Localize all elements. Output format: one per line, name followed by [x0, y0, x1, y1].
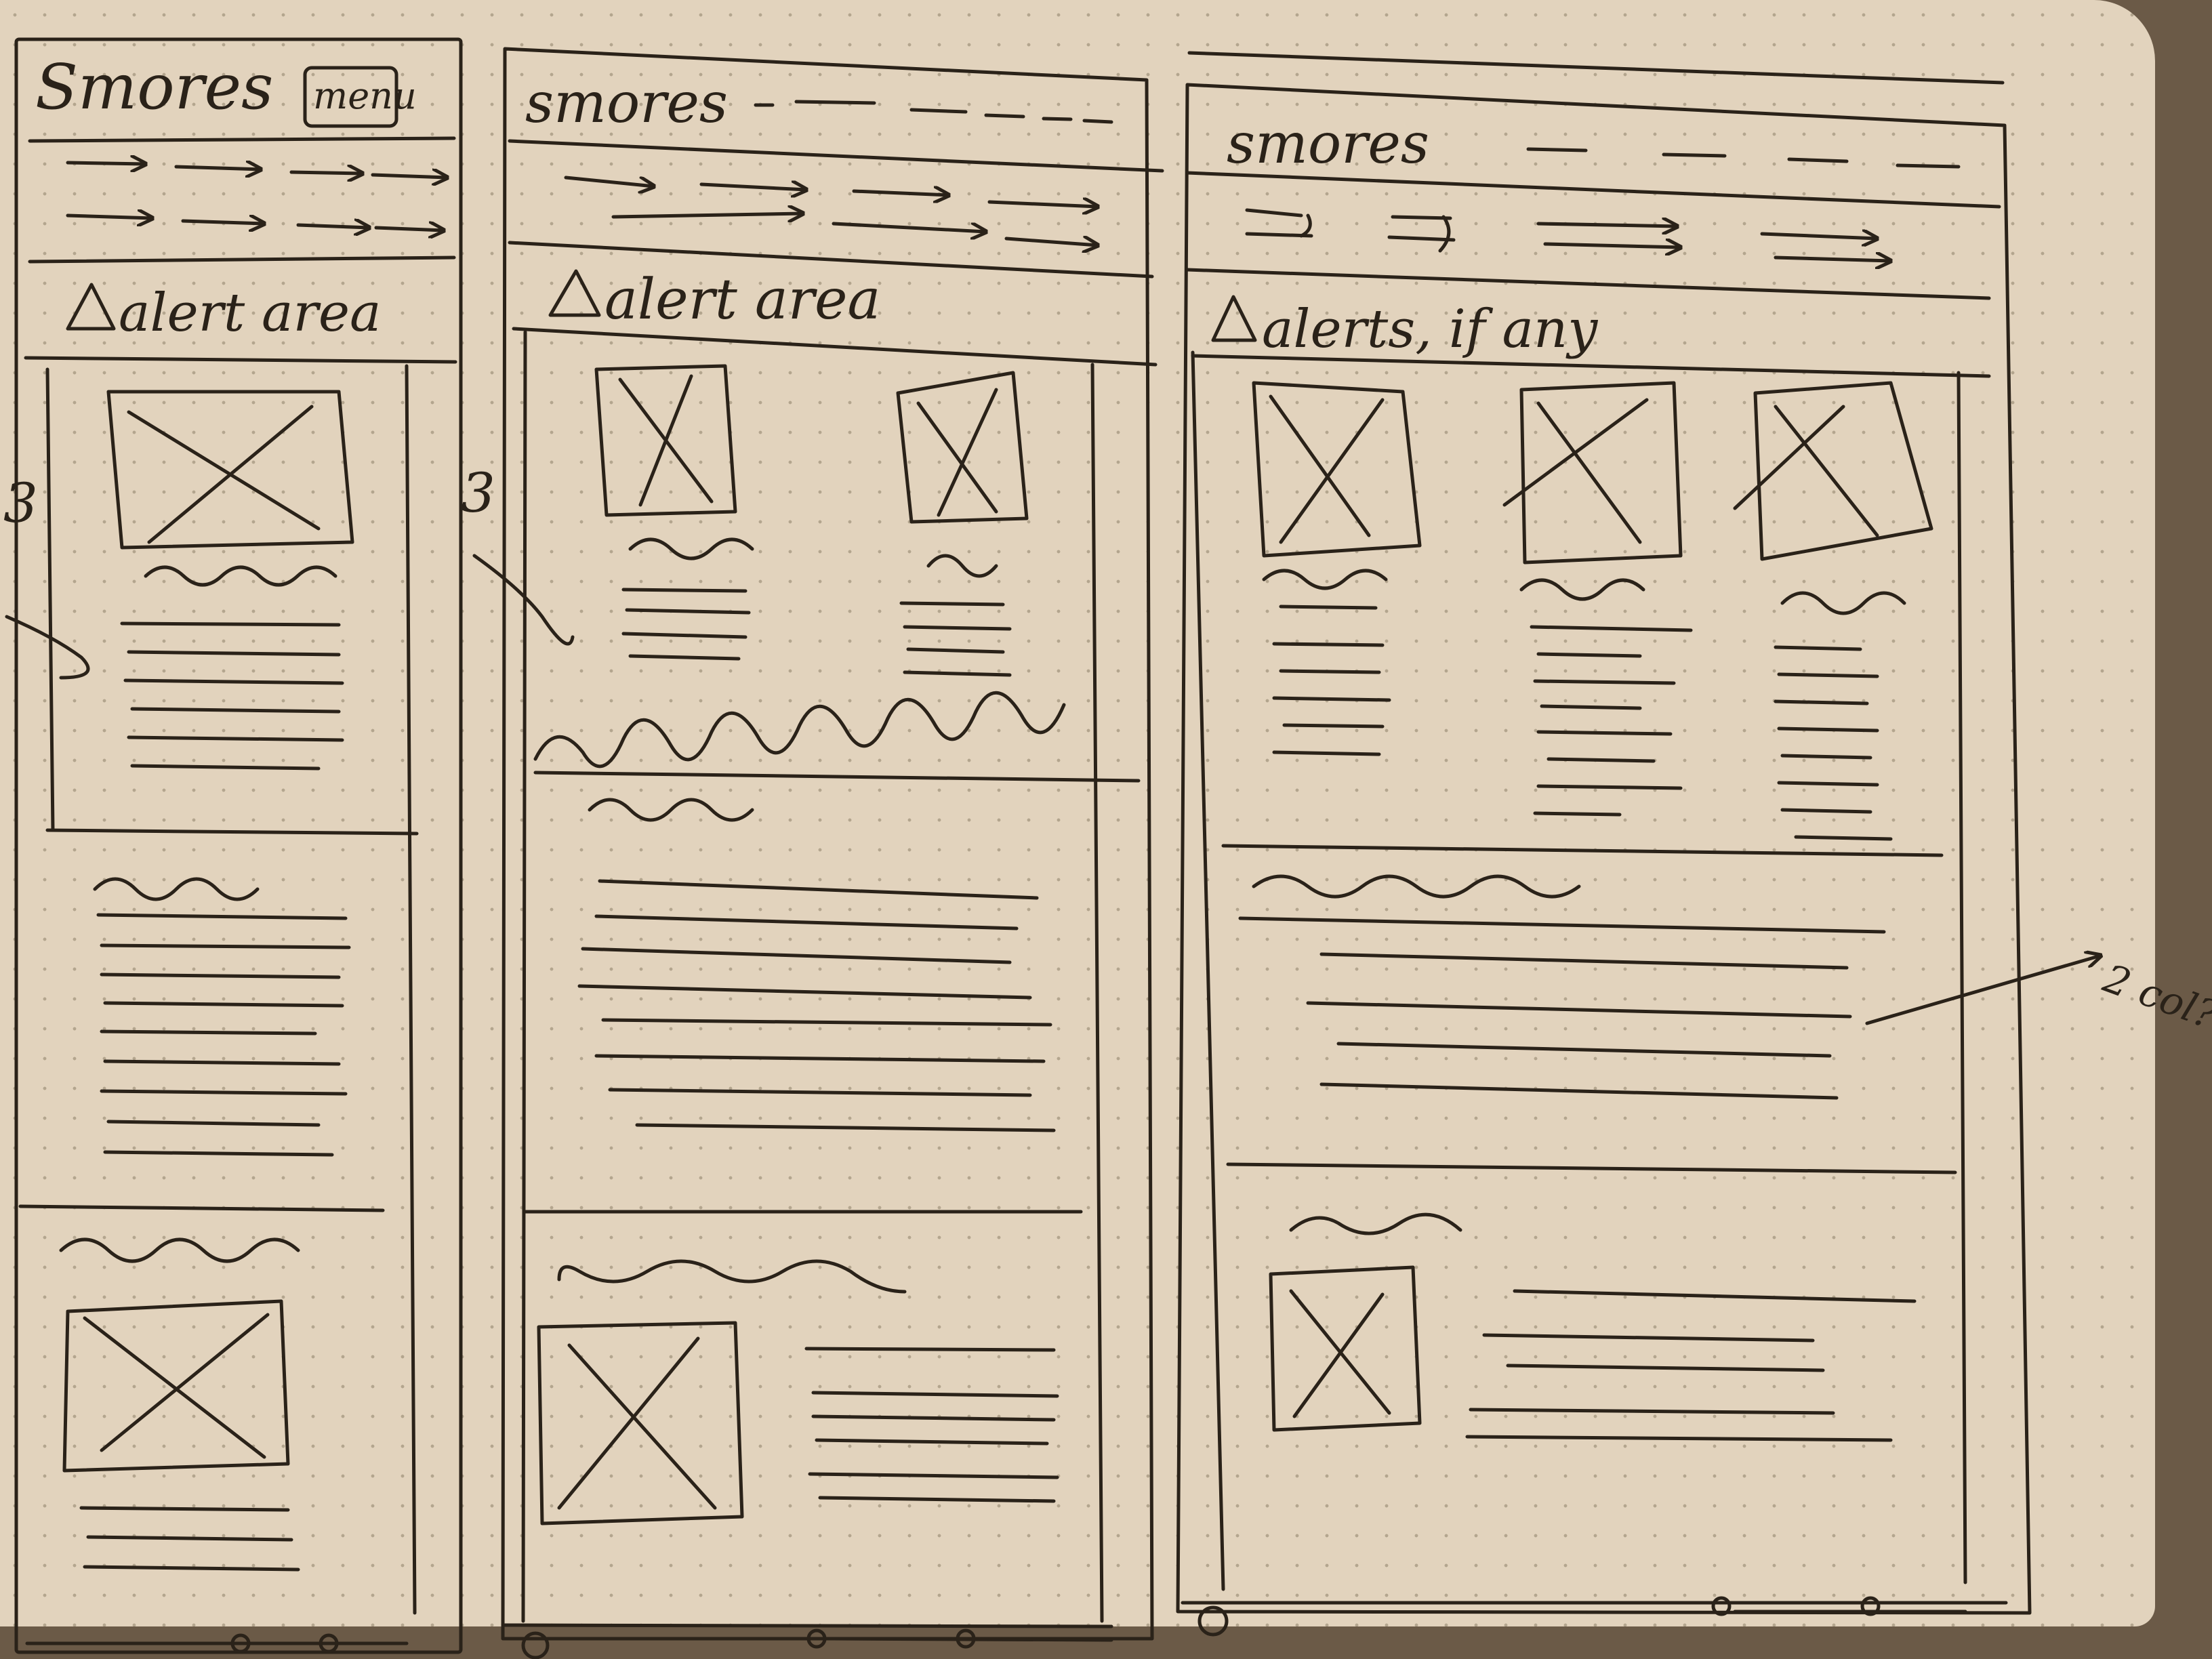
- image-placeholder-icon: [1252, 381, 1422, 558]
- desktop-header-title: smores: [1227, 112, 1429, 176]
- tablet-card-2: [896, 371, 1029, 677]
- tablet-margin-note-text: 3: [461, 462, 495, 525]
- mobile-mockup: Smores menu alert area 3: [3, 37, 463, 1654]
- mobile-alert-area: alert area: [66, 283, 382, 344]
- image-placeholder-icon: [1502, 381, 1683, 565]
- mobile-card-3-heading: [59, 1237, 300, 1263]
- tablet-header-title: smores: [525, 71, 728, 136]
- tablet-feature-section: [537, 1259, 1059, 1525]
- mobile-alert-text: alert area: [119, 283, 382, 344]
- desktop-inner-rail-right: [1957, 371, 1967, 1584]
- warning-triangle-icon: [548, 269, 601, 317]
- desktop-alert-text: alerts, if any: [1262, 299, 1598, 360]
- desktop-nav-dashes: [1526, 147, 1961, 169]
- mobile-menu-label: menu: [313, 75, 417, 117]
- warning-triangle-icon: [1211, 295, 1257, 342]
- wireframe-sketch: Smores menu alert area 3 smores alert ar…: [3, 37, 2212, 1659]
- image-placeholder-icon: [62, 1299, 290, 1473]
- desktop-text-section-heading: [1252, 874, 1581, 899]
- desktop-feature-section: [1269, 1212, 1917, 1442]
- image-placeholder-icon: [594, 364, 737, 517]
- tablet-text-section: [577, 798, 1056, 1132]
- desktop-card-1: [1252, 381, 1422, 756]
- mobile-frame: [14, 37, 463, 1654]
- desktop-text-section: [1238, 874, 1886, 1100]
- image-placeholder-icon: [1733, 381, 1933, 561]
- desktop-card-2-heading: [1519, 578, 1645, 601]
- mobile-card-2: [93, 877, 351, 1157]
- tablet-nav-dashes: [754, 100, 1113, 124]
- desktop-margin-note-text: 2 col? max width center: [2097, 955, 2212, 1163]
- desktop-inner-rail-left: [1191, 350, 1225, 1591]
- tablet-alert-area: alert area: [548, 268, 880, 332]
- mobile-nav-arrows[interactable]: [66, 163, 447, 230]
- tablet-alert-text: alert area: [605, 268, 880, 332]
- tablet-bottom-bar[interactable]: [501, 1623, 1113, 1659]
- desktop-bottom-bar[interactable]: [1181, 1596, 2008, 1637]
- tablet-inner-rail-right: [1090, 363, 1104, 1623]
- tablet-margin-note: 3: [461, 462, 575, 646]
- tablet-card-1-heading: [628, 537, 754, 560]
- desktop-card-3: [1733, 381, 1933, 841]
- desktop-card-3-heading: [1780, 591, 1906, 615]
- tablet-card-2-heading: [926, 554, 998, 578]
- image-placeholder-icon: [1269, 1265, 1422, 1432]
- desktop-mockup: smores alerts, if any 2 col?: [1176, 51, 2212, 1637]
- image-placeholder-icon: [896, 371, 1029, 524]
- mobile-bottom-bar[interactable]: [25, 1633, 409, 1654]
- warning-triangle-icon: [66, 283, 116, 331]
- tablet-feature-section-heading: [557, 1259, 907, 1294]
- desktop-feature-section-heading: [1289, 1212, 1462, 1235]
- mobile-card-2-heading: [93, 877, 260, 901]
- tablet-card-1: [594, 364, 754, 661]
- desktop-alert-area: alerts, if any: [1211, 295, 1598, 360]
- mobile-card-1: [45, 367, 354, 832]
- tablet-inner-rail-left: [521, 330, 527, 1623]
- mobile-inner-rail: [405, 364, 417, 1615]
- tablet-text-section-heading: [588, 798, 754, 822]
- tablet-nav-arrows[interactable]: [564, 176, 1098, 245]
- search-icon[interactable]: [521, 1631, 550, 1659]
- mobile-menu-button[interactable]: menu: [303, 66, 417, 128]
- image-placeholder-icon: [106, 390, 354, 550]
- mobile-header-title: Smores: [35, 51, 273, 123]
- mobile-card-1-heading: [144, 565, 337, 587]
- desktop-nav-links[interactable]: [1245, 208, 1891, 261]
- desktop-margin-note: 2 col? max width center: [1865, 955, 2212, 1163]
- tablet-section-divider-scribble: [533, 691, 1066, 769]
- tablet-mockup: smores alert area 3: [461, 47, 1164, 1659]
- desktop-card-1-heading: [1262, 569, 1388, 590]
- mobile-margin-note-text: 3: [3, 472, 38, 535]
- desktop-top-line: [1187, 51, 2005, 85]
- mobile-card-3: [59, 1237, 300, 1572]
- desktop-card-2: [1502, 381, 1693, 817]
- image-placeholder-icon: [537, 1321, 744, 1525]
